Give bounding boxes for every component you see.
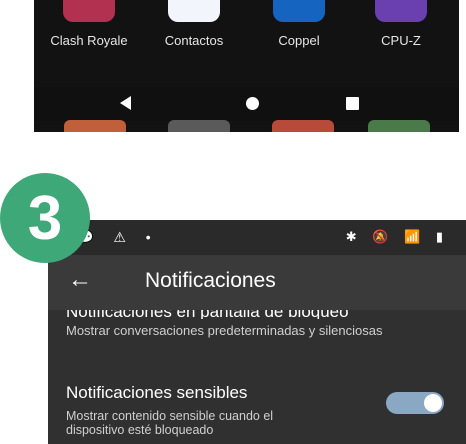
coppel-icon bbox=[273, 0, 325, 22]
lock-screen-notifications-item[interactable]: Notificaciones en pantalla de bloqueo Mo… bbox=[66, 310, 466, 338]
setting-title: Notificaciones en pantalla de bloqueo bbox=[66, 310, 466, 319]
app-label: CPU-Z bbox=[381, 33, 421, 48]
navigation-bar bbox=[34, 87, 459, 121]
page-title: Notificaciones bbox=[145, 269, 276, 292]
setting-subtitle-line2: dispositivo esté bloqueado bbox=[66, 423, 214, 437]
app-icon-peek bbox=[272, 120, 334, 132]
setting-subtitle: Mostrar conversaciones predeterminadas y… bbox=[66, 323, 383, 338]
status-notification-icons: 💬 ⚠ • bbox=[76, 229, 159, 245]
sensitive-notifications-toggle[interactable] bbox=[386, 392, 444, 414]
step-number-badge: 3 bbox=[0, 173, 90, 263]
app-label: Contactos bbox=[164, 33, 224, 48]
app-icon-peek bbox=[168, 120, 230, 132]
cpu-z-icon bbox=[375, 0, 427, 22]
app-icon-peek bbox=[368, 120, 430, 132]
home-circle-icon[interactable] bbox=[246, 97, 259, 110]
settings-screenshot: 51 💬 ⚠ • ✱ 🔕 📶 ▮ ← Notificaciones Notifi… bbox=[48, 220, 466, 444]
contacts-icon bbox=[168, 0, 220, 22]
app-drawer-screenshot: Clash Royale Contactos Coppel CPU-Z bbox=[34, 0, 459, 132]
app-label: Coppel bbox=[278, 33, 320, 48]
app-label: Clash Royale bbox=[50, 33, 128, 48]
recents-square-icon[interactable] bbox=[346, 97, 359, 110]
status-bar: 51 💬 ⚠ • ✱ 🔕 📶 ▮ bbox=[48, 220, 466, 255]
clash-royale-icon bbox=[63, 0, 115, 22]
app-bar: ← Notificaciones bbox=[48, 255, 466, 310]
back-triangle-icon[interactable] bbox=[120, 96, 131, 110]
status-system-icons: ✱ 🔕 📶 ▮ bbox=[345, 229, 449, 244]
app-row: Clash Royale Contactos Coppel CPU-Z bbox=[34, 0, 459, 87]
app-icon-peek bbox=[64, 120, 126, 132]
back-arrow-icon[interactable]: ← bbox=[68, 268, 92, 292]
toggle-knob bbox=[424, 394, 442, 412]
